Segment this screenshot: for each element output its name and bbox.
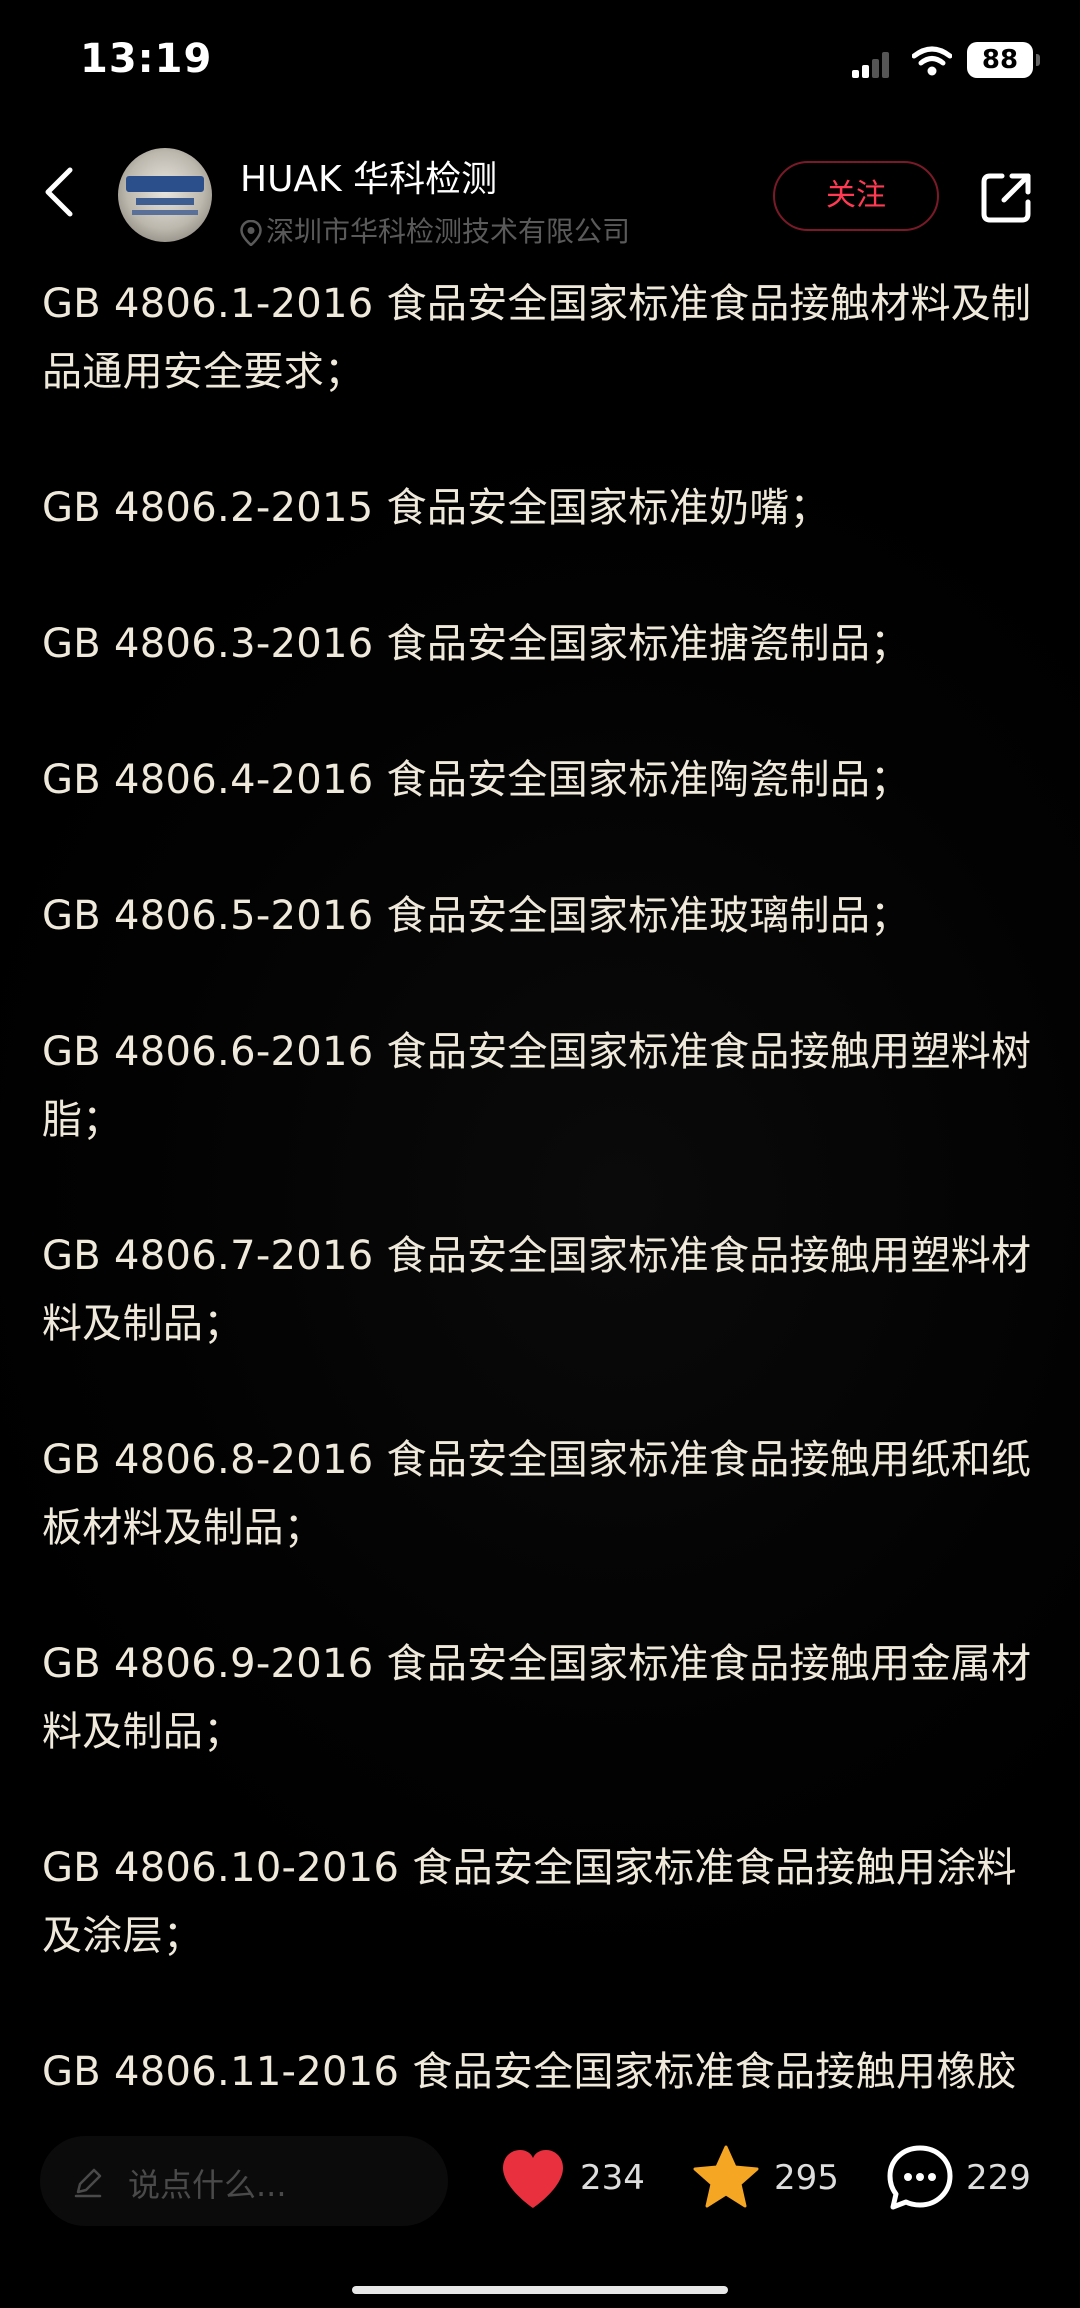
- standard-paragraph: GB 4806.5-2016 食品安全国家标准玻璃制品；: [42, 893, 911, 939]
- comment-bubble-icon: [887, 2145, 953, 2210]
- star-icon: [693, 2145, 759, 2208]
- standard-paragraph: GB 4806.10-2016 食品安全国家标准食品接触用涂料及涂层；: [42, 1845, 1017, 1959]
- standard-paragraph: GB 4806.3-2016 食品安全国家标准搪瓷制品；: [42, 621, 911, 667]
- author-name[interactable]: HUAK 华科检测: [240, 150, 497, 202]
- comment-button[interactable]: 229: [886, 2140, 1046, 2220]
- like-button[interactable]: 234: [500, 2140, 650, 2220]
- standard-paragraph: GB 4806.2-2015 食品安全国家标准奶嘴；: [42, 485, 830, 531]
- favorite-button[interactable]: 295: [692, 2140, 852, 2220]
- author-location-label: 深圳市华科检测技术有限公司: [266, 215, 631, 248]
- comment-input[interactable]: 说点什么...: [40, 2136, 448, 2226]
- standard-paragraph: GB 4806.8-2016 食品安全国家标准食品接触用纸和纸板材料及制品；: [42, 1437, 1032, 1551]
- favorite-count: 295: [774, 2158, 839, 2198]
- battery-level: 88: [981, 45, 1019, 75]
- location-pin-icon: [240, 220, 262, 246]
- battery-icon: 88: [967, 42, 1040, 78]
- standard-paragraph: GB 4806.6-2016 食品安全国家标准食品接触用塑料树脂；: [42, 1029, 1032, 1143]
- standard-paragraph: GB 4806.1-2016 食品安全国家标准食品接触材料及制品通用安全要求；: [42, 281, 1032, 395]
- standard-paragraph: GB 4806.4-2016 食品安全国家标准陶瓷制品；: [42, 757, 911, 803]
- comment-placeholder: 说点什么...: [128, 2166, 287, 2204]
- heart-icon: [503, 2150, 563, 2208]
- back-arrow-icon[interactable]: [30, 160, 94, 224]
- like-count: 234: [580, 2158, 645, 2198]
- wifi-icon: [912, 46, 952, 76]
- post-header: HUAK 华科检测 深圳市华科检测技术有限公司 关注: [0, 130, 1080, 265]
- bottom-action-bar: 说点什么... 234 295 229: [0, 2118, 1080, 2248]
- article-body: GB 4806.1-2016 食品安全国家标准食品接触材料及制品通用安全要求； …: [42, 270, 1042, 2090]
- pencil-icon: [74, 2168, 102, 2198]
- screen: 13:19 88 HUAK 华科检测 深圳市华科检测技术有限公司 关注 GB 4…: [0, 0, 1080, 2308]
- follow-button[interactable]: 关注: [773, 161, 939, 231]
- home-indicator[interactable]: [352, 2286, 728, 2294]
- standard-paragraph: GB 4806.11-2016 食品安全国家标准食品接触用橡胶: [42, 2049, 1017, 2090]
- comment-count: 229: [966, 2158, 1031, 2198]
- author-avatar[interactable]: [118, 148, 212, 242]
- author-location: 深圳市华科检测技术有限公司: [240, 210, 630, 250]
- standard-paragraph: GB 4806.7-2016 食品安全国家标准食品接触用塑料材料及制品；: [42, 1233, 1032, 1347]
- status-time: 13:19: [80, 36, 213, 82]
- status-bar: 13:19 88: [0, 0, 1080, 120]
- standard-paragraph: GB 4806.9-2016 食品安全国家标准食品接触用金属材料及制品；: [42, 1641, 1032, 1755]
- signal-icon: [852, 52, 892, 78]
- share-icon[interactable]: [976, 168, 1036, 228]
